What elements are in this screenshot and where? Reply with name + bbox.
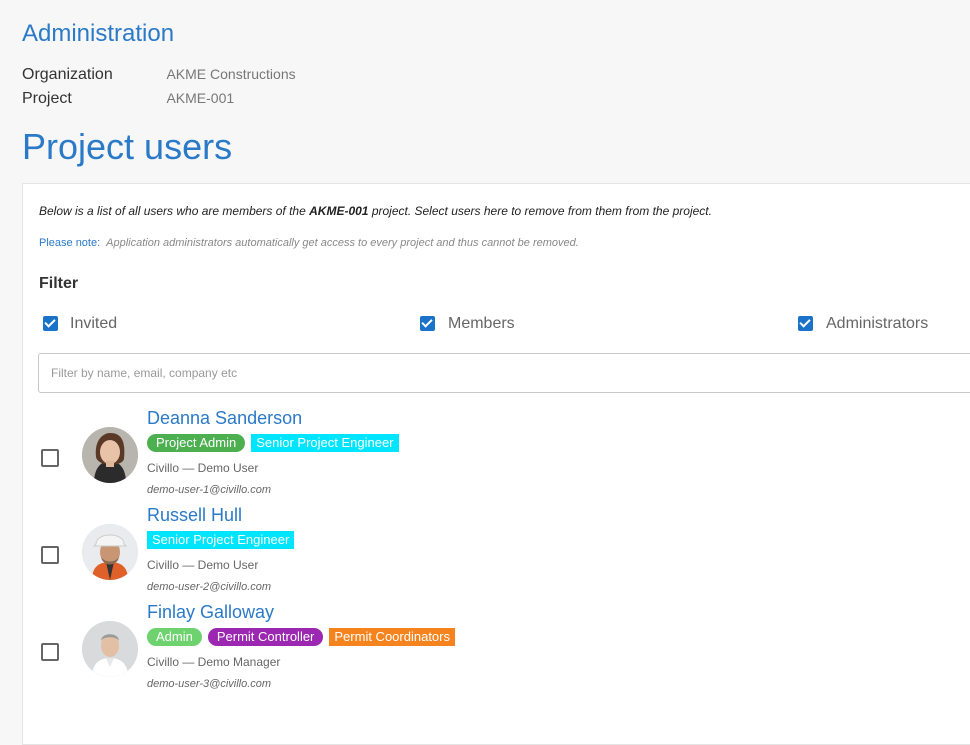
role-tag: Project Admin bbox=[147, 434, 246, 452]
user-email: demo-user-3@civillo.com bbox=[147, 678, 272, 690]
filter-heading: Filter bbox=[39, 275, 79, 292]
avatar bbox=[82, 427, 138, 483]
filter-members-label[interactable]: Members bbox=[448, 315, 515, 333]
admin-note: Please note: Application administrators a… bbox=[39, 237, 579, 249]
user-select-checkbox[interactable] bbox=[41, 449, 59, 467]
user-email: demo-user-1@civillo.com bbox=[147, 484, 272, 496]
user-name[interactable]: Russell Hull bbox=[147, 505, 242, 526]
note-label: Please note: bbox=[39, 237, 101, 249]
intro-project: AKME-001 bbox=[309, 204, 369, 218]
project-users-card: Below is a list of all users who are mem… bbox=[22, 183, 970, 745]
avatar bbox=[82, 524, 138, 580]
user-name[interactable]: Deanna Sanderson bbox=[147, 408, 302, 429]
admin-title: Administration bbox=[22, 20, 175, 47]
user-row-deanna-sanderson: Deanna Sanderson Project Admin Senior Pro… bbox=[23, 407, 970, 503]
role-tag: Senior Project Engineer bbox=[251, 434, 399, 452]
avatar bbox=[82, 621, 138, 677]
user-select-checkbox[interactable] bbox=[41, 643, 59, 661]
filter-invited-label[interactable]: Invited bbox=[70, 315, 117, 333]
project-row: Project AKME-001 bbox=[22, 90, 234, 108]
role-tag: Senior Project Engineer bbox=[147, 531, 295, 549]
project-label: Project bbox=[22, 90, 72, 107]
intro-before: Below is a list of all users who are mem… bbox=[39, 204, 310, 218]
note-text: Application administrators automatically… bbox=[106, 237, 579, 249]
intro-text: Below is a list of all users who are mem… bbox=[39, 204, 712, 218]
user-company: Civillo — Demo User bbox=[147, 558, 259, 572]
organization-label: Organization bbox=[22, 66, 113, 83]
user-tags: Project Admin Senior Project Engineer bbox=[147, 434, 405, 454]
organization-value: AKME Constructions bbox=[166, 66, 296, 82]
user-row-finlay-galloway: Finlay Galloway Admin Permit Controller Pe… bbox=[23, 601, 970, 697]
user-select-checkbox[interactable] bbox=[41, 546, 59, 564]
page-title: Project users bbox=[22, 126, 233, 167]
filter-invited-checkbox[interactable] bbox=[43, 316, 58, 331]
user-row-russell-hull: Russell Hull Senior Project Engineer Civ… bbox=[23, 504, 970, 600]
organization-row: Organization AKME Constructions bbox=[22, 66, 296, 84]
user-company: Civillo — Demo Manager bbox=[147, 655, 281, 669]
project-value: AKME-001 bbox=[166, 90, 235, 106]
user-email: demo-user-2@civillo.com bbox=[147, 581, 272, 593]
filter-members-checkbox[interactable] bbox=[420, 316, 435, 331]
filter-administrators-label[interactable]: Administrators bbox=[826, 315, 928, 333]
intro-after: project. Select users here to remove fro… bbox=[368, 204, 712, 218]
role-tag: Permit Coordinators bbox=[329, 628, 455, 646]
role-tag: Permit Controller bbox=[207, 628, 324, 646]
role-tag: Admin bbox=[147, 628, 202, 646]
user-name[interactable]: Finlay Galloway bbox=[147, 602, 274, 623]
user-company: Civillo — Demo User bbox=[147, 461, 259, 475]
user-tags: Admin Permit Controller Permit Coordinator… bbox=[147, 628, 461, 648]
filter-search-input[interactable] bbox=[38, 353, 970, 393]
user-tags: Senior Project Engineer bbox=[147, 531, 300, 551]
filter-administrators-checkbox[interactable] bbox=[798, 316, 813, 331]
